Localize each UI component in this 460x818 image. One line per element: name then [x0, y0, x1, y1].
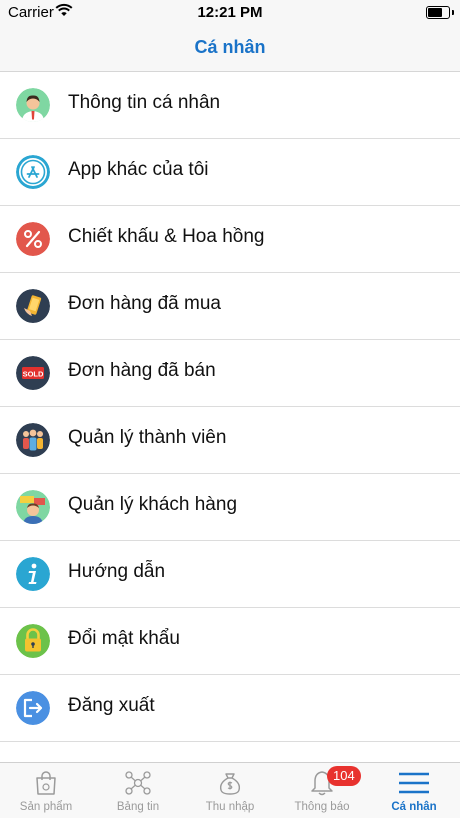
status-bar: Carrier 12:21 PM: [0, 0, 460, 26]
menu-item-discount-commission[interactable]: Chiết khấu & Hoa hồng: [0, 206, 460, 273]
menu-item-label: Đơn hàng đã mua: [68, 293, 221, 314]
tab-products[interactable]: Sản phẩm: [0, 763, 92, 818]
menu-item-label: Hướng dẫn: [68, 561, 166, 582]
menu-item-label: Quản lý thành viên: [68, 427, 227, 448]
menu-icon: [368, 769, 460, 797]
sold-icon-text: SOLD: [23, 370, 44, 379]
menu-item-label: Đăng xuất: [68, 695, 155, 716]
menu-item-sold-orders[interactable]: SOLD Đơn hàng đã bán: [0, 340, 460, 407]
lock-icon: [16, 624, 50, 658]
menu-item-label: Chiết khấu & Hoa hồng: [68, 226, 265, 247]
tab-label: Thu nhập: [205, 801, 255, 813]
customers-icon: [16, 490, 50, 524]
phone-order-icon: [16, 289, 50, 323]
tab-income[interactable]: Thu nhập: [184, 763, 276, 818]
menu-item-personal-info[interactable]: Thông tin cá nhân: [0, 72, 460, 139]
menu-item-label: App khác của tôi: [68, 159, 209, 180]
sold-icon: SOLD: [16, 356, 50, 390]
money-bag-icon: [184, 769, 276, 797]
menu-item-customer-management[interactable]: Quản lý khách hàng: [0, 474, 460, 541]
tab-notifications[interactable]: 104 Thông báo: [276, 763, 368, 818]
menu-item-member-management[interactable]: Quản lý thành viên: [0, 407, 460, 474]
menu-item-label: Thông tin cá nhân: [68, 92, 221, 113]
tab-label: Sản phẩm: [19, 801, 73, 813]
info-icon: [16, 557, 50, 591]
menu-item-guide[interactable]: Hướng dẫn: [0, 541, 460, 608]
tab-news[interactable]: Bảng tin: [92, 763, 184, 818]
user-profile-icon: [16, 88, 50, 122]
menu-item-purchased-orders[interactable]: Đơn hàng đã mua: [0, 273, 460, 340]
menu-item-label: Quản lý khách hàng: [68, 494, 238, 515]
menu-item-change-password[interactable]: Đổi mật khẩu: [0, 608, 460, 675]
clock: 12:21 PM: [197, 4, 263, 21]
menu-item-my-apps[interactable]: App khác của tôi: [0, 139, 460, 206]
navigation-bar: Cá nhân: [0, 26, 460, 72]
tab-personal[interactable]: Cá nhân: [368, 763, 460, 818]
menu-item-logout[interactable]: Đăng xuất: [0, 675, 460, 742]
menu-item-label: Đổi mật khẩu: [68, 628, 180, 649]
profile-menu-list: Thông tin cá nhân App khác của tôi Chiết…: [0, 72, 460, 742]
app-store-icon: [16, 155, 50, 189]
menu-item-label: Đơn hàng đã bán: [68, 360, 216, 381]
members-icon: [16, 423, 50, 457]
notification-badge: 104: [327, 766, 361, 786]
logout-icon: [16, 691, 50, 725]
network-icon: [92, 769, 184, 797]
tab-label: Bảng tin: [116, 801, 160, 813]
tab-bar: Sản phẩm Bảng tin Thu nhập 104 Thông báo…: [0, 762, 460, 818]
battery-icon: [426, 6, 454, 19]
tab-label: Thông báo: [294, 801, 350, 813]
tab-label: Cá nhân: [391, 801, 437, 813]
page-title: Cá nhân: [194, 37, 266, 57]
shopping-bag-icon: [0, 769, 92, 797]
percent-icon: [16, 222, 50, 256]
